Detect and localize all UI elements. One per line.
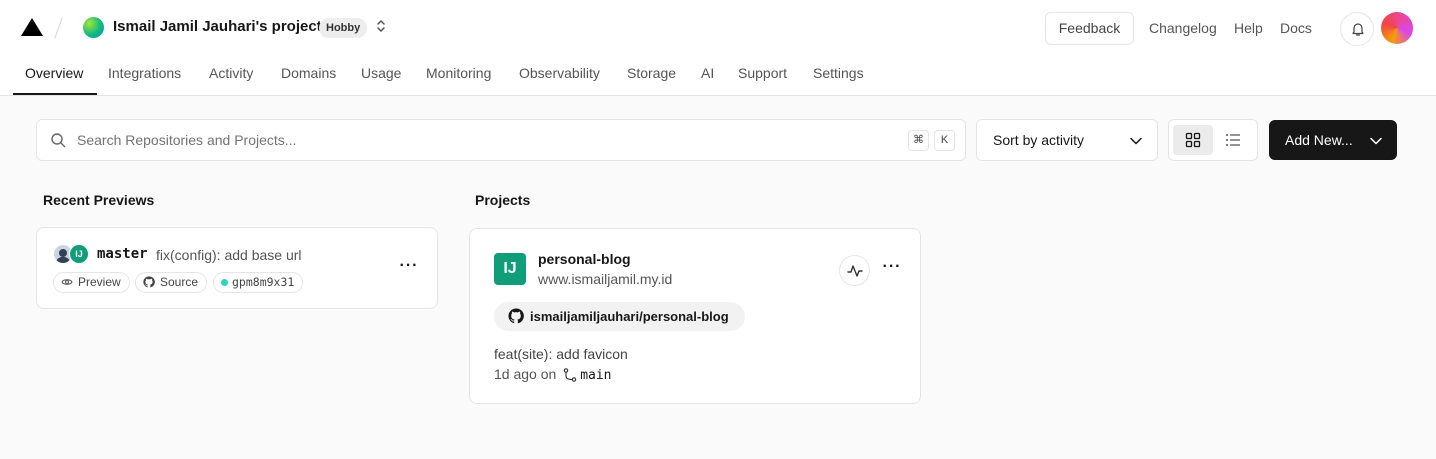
repo-name: ismailjamiljauhari/personal-blog [530,309,729,324]
source-label: Source [160,275,199,289]
tab-usage[interactable]: Usage [361,65,401,81]
preview-label: Preview [78,275,121,289]
repo-pill[interactable]: ismailjamiljauhari/personal-blog [494,302,745,331]
tab-integrations[interactable]: Integrations [108,65,181,81]
search-icon [51,133,66,148]
user-avatar[interactable] [1381,12,1413,44]
project-domain[interactable]: www.ismailjamil.my.id [538,271,672,287]
preview-commit-message: fix(config): add base url [156,247,302,263]
notifications-button[interactable] [1340,12,1374,46]
changelog-link[interactable]: Changelog [1149,20,1217,36]
shortcut-k-key: K [934,130,955,151]
tab-domains[interactable]: Domains [281,65,336,81]
list-view-button[interactable] [1213,125,1253,155]
source-pill[interactable]: Source [135,272,208,293]
active-tab-indicator [13,93,97,95]
project-icon: IJ [494,253,526,285]
top-bar: Ismail Jamil Jauhari's projects Hobby Fe… [0,0,1436,56]
git-branch-icon [563,368,577,382]
bell-icon [1352,23,1364,36]
commit-time: 1d ago on [494,366,557,382]
search-input[interactable] [77,120,897,160]
help-link[interactable]: Help [1234,20,1263,36]
tab-observability[interactable]: Observability [519,65,600,81]
project-commit-message: feat(site): add favicon [494,346,628,362]
preview-branch: master [97,246,148,262]
preview-pill[interactable]: Preview [53,272,130,293]
project-avatar: IJ [69,244,89,264]
activity-button[interactable] [839,255,870,286]
grid-icon [1185,132,1201,148]
chevron-down-icon [1370,137,1382,145]
team-name[interactable]: Ismail Jamil Jauhari's projects [113,18,330,35]
eye-icon [61,279,73,285]
project-commit-meta: 1d ago on main [494,366,612,383]
sort-label: Sort by activity [993,132,1085,148]
sort-select[interactable]: Sort by activity [976,119,1158,161]
shortcut-cmd-key: ⌘ [908,130,929,151]
list-icon [1226,134,1240,146]
tab-overview[interactable]: Overview [25,65,83,81]
project-more-button[interactable]: ··· [880,258,904,282]
team-switcher-chevron-icon[interactable] [373,18,389,38]
add-new-label: Add New... [1285,132,1353,148]
commit-branch: main [580,368,612,383]
preview-more-button[interactable]: ··· [397,257,421,281]
grid-view-button[interactable] [1173,125,1213,155]
project-card[interactable]: IJ personal-blog www.ismailjamil.my.id ·… [469,228,921,404]
preview-card[interactable]: IJ master fix(config): add base url Prev… [36,227,438,309]
team-avatar[interactable] [83,17,104,38]
breadcrumb-separator [54,17,63,39]
vercel-logo-icon[interactable] [21,18,43,36]
tab-activity[interactable]: Activity [209,65,253,81]
feedback-button[interactable]: Feedback [1045,12,1134,45]
activity-pulse-icon [847,265,863,277]
github-icon [143,276,155,288]
projects-title: Projects [475,192,531,208]
tab-monitoring[interactable]: Monitoring [426,65,491,81]
tab-ai[interactable]: AI [701,65,714,81]
tab-settings[interactable]: Settings [813,65,864,81]
github-icon [508,308,524,324]
app-header: Ismail Jamil Jauhari's projects Hobby Fe… [0,0,1436,96]
view-toggle [1168,119,1258,161]
search-box[interactable]: ⌘ K [36,119,966,161]
add-new-button[interactable]: Add New... [1269,120,1397,160]
commit-hash: gpm8m9x31 [232,275,295,289]
project-name[interactable]: personal-blog [538,251,631,267]
recent-previews-title: Recent Previews [43,192,155,208]
status-dot [221,279,228,286]
plan-badge: Hobby [319,18,368,38]
docs-link[interactable]: Docs [1280,20,1312,36]
tab-support[interactable]: Support [738,65,787,81]
commit-pill[interactable]: gpm8m9x31 [213,272,304,293]
chevron-down-icon [1130,137,1142,145]
tab-storage[interactable]: Storage [627,65,676,81]
